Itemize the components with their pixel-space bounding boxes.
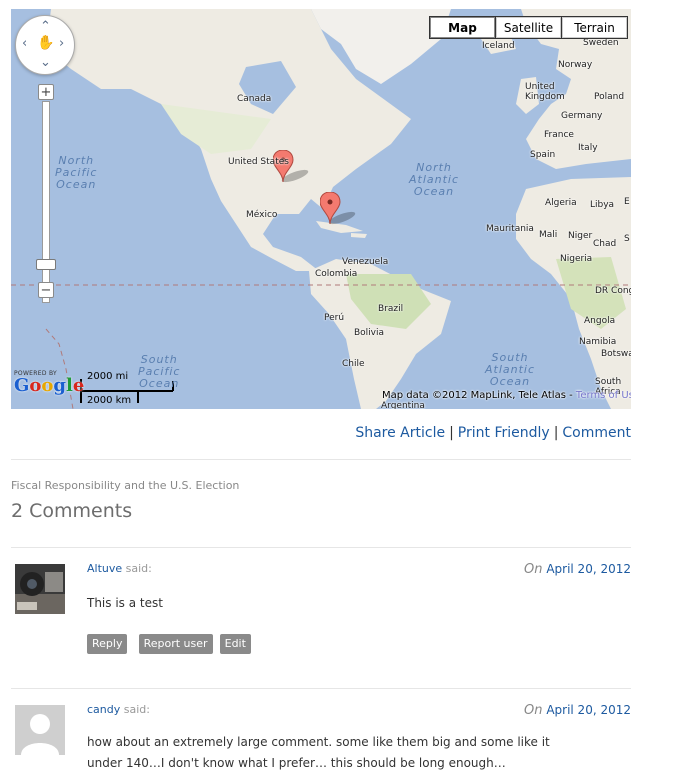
comment-date-line: On April 20, 2012: [524, 703, 631, 718]
separator: |: [553, 425, 559, 441]
map-label-argentina: Argentina: [381, 401, 425, 409]
report-user-button[interactable]: Report user: [138, 634, 213, 654]
map-label-drc: DR Cong: [595, 286, 631, 296]
map-label-north-atlantic: North Atlantic Ocean: [409, 161, 460, 198]
map-label-bolivia: Bolivia: [354, 328, 385, 338]
comment-date-link[interactable]: April 20, 2012: [546, 562, 631, 576]
edit-button[interactable]: Edit: [219, 634, 251, 654]
said-label: said:: [125, 562, 152, 575]
map-label-chad: Chad: [593, 239, 617, 249]
comment-body: how about an extremely large comment. so…: [87, 735, 550, 770]
map-label-mauritania: Mauritania: [486, 224, 534, 234]
zoom-out-icon[interactable]: −: [38, 282, 54, 298]
comment-item: candy said: On April 20, 2012 how about …: [11, 689, 631, 780]
map-label-peru: Perú: [324, 313, 345, 323]
map-label-north-pacific: North Pacific Ocean: [55, 154, 98, 191]
map-label-s: S: [624, 234, 630, 244]
post-title: Fiscal Responsibility and the U.S. Elect…: [11, 479, 240, 492]
map-label-united-states: United States: [228, 157, 289, 167]
map-label-iceland: Iceland: [482, 41, 515, 51]
article-actions: Share Article | Print Friendly | Comment: [355, 425, 631, 441]
pan-left-icon[interactable]: ‹: [22, 37, 27, 50]
pan-right-icon[interactable]: ›: [59, 37, 64, 50]
divider: [11, 459, 631, 460]
share-article-link[interactable]: Share Article: [355, 425, 445, 441]
avatar: [15, 564, 65, 614]
map-type-map-button[interactable]: Map: [429, 16, 496, 39]
comment-link[interactable]: Comment: [562, 425, 631, 441]
comment-count: 2 Comments: [11, 500, 133, 522]
map-label-spain: Spain: [530, 150, 556, 160]
map-label-algeria: Algeria: [545, 198, 577, 208]
map-label-italy: Italy: [578, 143, 598, 153]
map-label-colombia: Colombia: [315, 269, 358, 279]
zoom-slider-handle[interactable]: [36, 259, 56, 270]
map-label-norway: Norway: [558, 60, 593, 70]
print-friendly-link[interactable]: Print Friendly: [458, 425, 550, 441]
map-label-angola: Angola: [584, 316, 616, 326]
map-attribution: Map data ©2012 MapLink, Tele Atlas - Ter…: [382, 390, 631, 401]
reply-button[interactable]: Reply: [87, 634, 128, 654]
map-view[interactable]: Iceland Sweden Norway United Kingdom Pol…: [11, 9, 631, 409]
map-label-brazil: Brazil: [378, 304, 404, 314]
map-label-united-kingdom: United Kingdom: [525, 82, 565, 102]
comment-date-link[interactable]: April 20, 2012: [546, 703, 631, 717]
pan-control-icon[interactable]: ⌃ ‹ › ⌄ ✋: [15, 15, 75, 75]
map-label-namibia: Namibia: [579, 337, 617, 347]
map-attribution-text: Map data ©2012 MapLink, Tele Atlas -: [382, 390, 576, 401]
map-label-germany: Germany: [561, 111, 603, 121]
date-prefix: On: [524, 562, 543, 577]
map-label-poland: Poland: [594, 92, 625, 102]
map-type-terrain-button[interactable]: Terrain: [561, 16, 628, 39]
default-avatar-icon: [15, 705, 65, 755]
google-wordmark: Google: [14, 375, 85, 396]
map-label-canada: Canada: [237, 94, 272, 104]
pan-down-icon[interactable]: ⌄: [40, 56, 51, 69]
comment-actions: Reply Report user Edit: [87, 632, 257, 654]
comment-author-line: candy said:: [87, 703, 150, 716]
map-label-botswana: Botswa: [601, 349, 631, 359]
zoom-in-icon[interactable]: +: [38, 84, 54, 100]
pan-up-icon[interactable]: ⌃: [40, 20, 51, 33]
map-label-mexico: México: [246, 210, 278, 220]
comment-body: This is a test: [87, 596, 163, 610]
map-label-e: E: [624, 197, 630, 207]
separator: |: [449, 425, 454, 441]
map-label-mali: Mali: [539, 230, 558, 240]
said-label: said:: [123, 703, 150, 716]
comment-date-line: On April 20, 2012: [524, 562, 631, 577]
date-prefix: On: [524, 703, 543, 718]
map-label-south-atlantic: South Atlantic Ocean: [485, 351, 536, 388]
map-label-venezuela: Venezuela: [342, 257, 389, 267]
map-marker-icon[interactable]: [320, 192, 360, 228]
map-marker-icon[interactable]: [273, 150, 313, 186]
zoom-slider-track[interactable]: [42, 101, 50, 303]
map-label-france: France: [544, 130, 574, 140]
scale-miles: 2000 mi: [87, 371, 129, 382]
map-label-libya: Libya: [590, 200, 615, 210]
map-type-satellite-button[interactable]: Satellite: [495, 16, 562, 39]
map-label-sweden: Sweden: [583, 38, 619, 48]
map-label-niger: Niger: [568, 231, 593, 241]
comment-author-link[interactable]: Altuve: [87, 562, 122, 575]
comment-author-line: Altuve said:: [87, 562, 152, 575]
avatar: [15, 705, 65, 755]
hand-icon[interactable]: ✋: [37, 36, 54, 50]
scale-bar: 2000 mi 2000 km: [79, 371, 191, 407]
map-label-nigeria: Nigeria: [560, 254, 593, 264]
google-logo[interactable]: POWERED BY Google: [14, 370, 84, 395]
comment-item: Altuve said: On April 20, 2012 This is a…: [11, 548, 631, 688]
terms-of-use-link[interactable]: Terms of Use: [576, 390, 631, 401]
comment-author-link[interactable]: candy: [87, 703, 120, 716]
scale-km: 2000 km: [87, 395, 132, 406]
map-label-chile: Chile: [342, 359, 365, 369]
